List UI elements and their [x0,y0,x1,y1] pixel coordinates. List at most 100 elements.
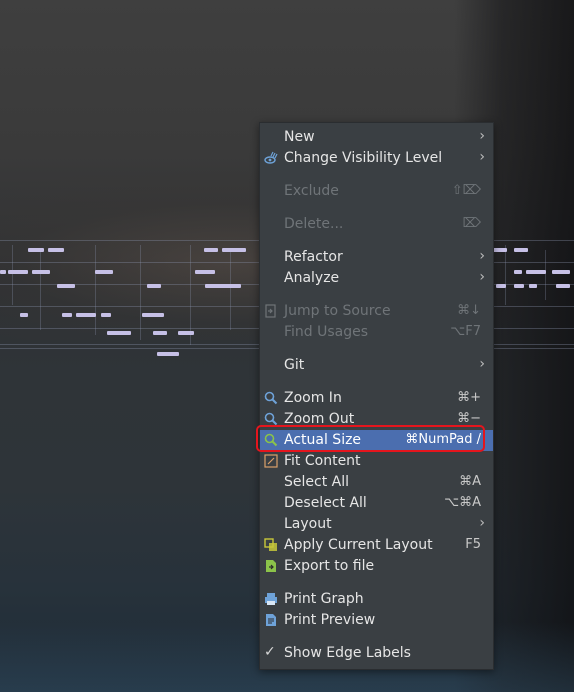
graph-node[interactable] [8,270,28,274]
menu-item-label: Print Preview [284,612,376,628]
menu-item-label: Git [284,357,305,373]
menu-item-label: New [284,129,315,145]
zoom-out-icon [264,412,278,426]
graph-node[interactable] [48,248,64,252]
menu-item-fit-content[interactable]: Fit Content [260,451,493,472]
graph-node[interactable] [57,284,75,288]
graph-node[interactable] [153,331,167,335]
menu-item-label: Analyze [284,270,340,286]
submenu-arrow-icon: › [479,515,485,531]
graph-node[interactable] [556,284,570,288]
menu-item-label: Fit Content [284,453,361,469]
menu-item-print-preview[interactable]: Print Preview [260,610,493,631]
graph-node[interactable] [107,331,131,335]
shortcut-label: ⌥F7 [450,324,481,339]
menu-item-label: Apply Current Layout [284,537,433,553]
shortcut-label: ⌦ [462,216,481,231]
graph-node[interactable] [178,331,194,335]
menu-item-label: Deselect All [284,495,367,511]
graph-node[interactable] [526,270,546,274]
print-icon [264,592,278,606]
context-menu: New › Change Visibility Level › Exclude … [259,122,494,670]
graph-edge [190,245,191,345]
graph-node[interactable] [552,270,570,274]
menu-item-select-all[interactable]: Select All ⌘A [260,472,493,493]
menu-item-apply-current-layout[interactable]: Apply Current Layout F5 [260,535,493,556]
graph-node[interactable] [0,270,6,274]
graph-node[interactable] [205,284,241,288]
menu-item-label: Layout [284,516,332,532]
graph-node[interactable] [76,313,96,317]
graph-node[interactable] [514,270,522,274]
menu-item-refactor[interactable]: Refactor › [260,247,493,268]
graph-edge [40,250,41,330]
graph-edge [12,245,13,305]
menu-item-delete: Delete... ⌦ [260,214,493,235]
menu-item-label: Zoom In [284,390,342,406]
shortcut-label: ⌘↓ [457,303,481,318]
graph-edge [230,250,231,330]
menu-item-export-to-file[interactable]: Export to file [260,556,493,577]
graph-node[interactable] [101,313,111,317]
graph-node[interactable] [20,313,28,317]
graph-node[interactable] [514,284,524,288]
graph-node[interactable] [62,313,72,317]
graph-edge [95,245,96,335]
jump-source-icon [264,304,278,318]
graph-node[interactable] [222,248,246,252]
apply-layout-icon [264,538,278,552]
graph-node[interactable] [28,248,44,252]
visibility-icon [264,151,278,165]
graph-node[interactable] [32,270,50,274]
shortcut-label: ⌘+ [457,390,481,405]
graph-node[interactable] [204,248,218,252]
print-preview-icon [264,613,278,627]
menu-item-show-edge-labels[interactable]: ✓ Show Edge Labels [260,643,493,664]
graph-node[interactable] [514,248,528,252]
menu-item-label: Exclude [284,183,339,199]
submenu-arrow-icon: › [479,248,485,264]
graph-edge [545,250,546,300]
menu-item-find-usages: Find Usages ⌥F7 [260,322,493,343]
menu-item-label: Export to file [284,558,375,574]
submenu-arrow-icon: › [479,356,485,372]
shortcut-label: F5 [465,537,481,552]
export-icon [264,559,278,573]
menu-item-label: Jump to Source [284,303,391,319]
checkmark-icon: ✓ [264,644,276,660]
shortcut-label: ⌥⌘A [444,495,481,510]
menu-item-zoom-in[interactable]: Zoom In ⌘+ [260,388,493,409]
shortcut-label: ⌘− [457,411,481,426]
menu-item-git[interactable]: Git › [260,355,493,376]
menu-item-exclude: Exclude ⇧⌦ [260,181,493,202]
menu-item-new[interactable]: New › [260,127,493,148]
shortcut-label: ⇧⌦ [451,183,481,198]
menu-item-jump-to-source: Jump to Source ⌘↓ [260,301,493,322]
menu-item-deselect-all[interactable]: Deselect All ⌥⌘A [260,493,493,514]
menu-item-label: Select All [284,474,349,490]
graph-node[interactable] [529,284,537,288]
menu-item-analyze[interactable]: Analyze › [260,268,493,289]
graph-node[interactable] [157,352,179,356]
menu-item-label: Delete... [284,216,344,232]
menu-item-layout[interactable]: Layout › [260,514,493,535]
graph-edge [505,245,506,305]
menu-item-change-visibility-level[interactable]: Change Visibility Level › [260,148,493,169]
graph-node[interactable] [496,284,506,288]
fit-content-icon [264,454,278,468]
graph-node[interactable] [95,270,113,274]
menu-item-print-graph[interactable]: Print Graph [260,589,493,610]
graph-node[interactable] [147,284,161,288]
menu-item-label: Refactor [284,249,343,265]
submenu-arrow-icon: › [479,269,485,285]
submenu-arrow-icon: › [479,128,485,144]
menu-item-label: Change Visibility Level [284,150,443,166]
menu-item-label: Print Graph [284,591,364,607]
menu-item-label: Find Usages [284,324,369,340]
menu-item-label: Show Edge Labels [284,645,411,661]
graph-node[interactable] [493,248,507,252]
graph-node[interactable] [195,270,215,274]
graph-node[interactable] [142,313,164,317]
annotation-highlight-box [256,425,485,452]
zoom-in-icon [264,391,278,405]
